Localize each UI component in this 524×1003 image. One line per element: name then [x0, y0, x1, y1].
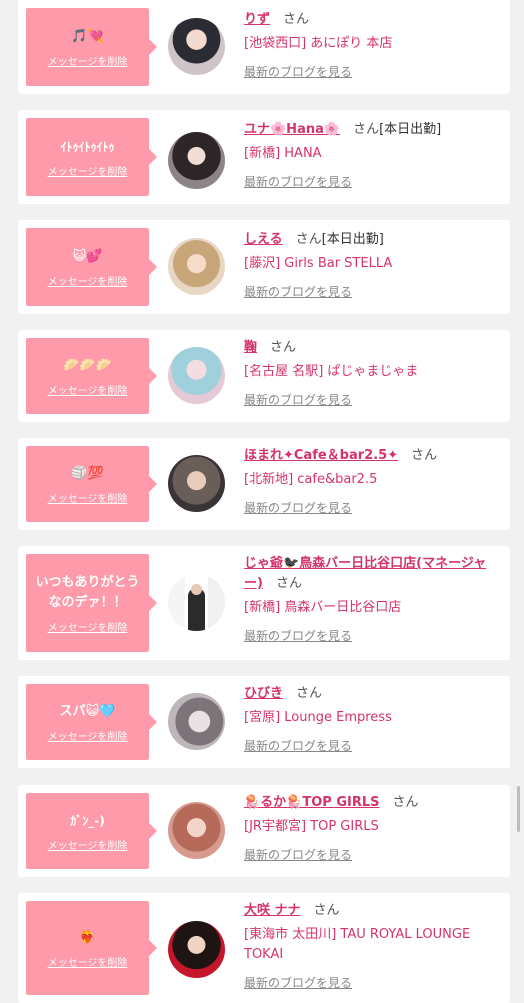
- avatar[interactable]: [168, 18, 225, 75]
- delete-message-link[interactable]: メッセージを削除: [48, 273, 128, 288]
- message-card: ｲﾄｩｲﾄｩｲﾄｩ メッセージを削除 ユナ🌸Hana🌸 さん[本日出勤] [新橋…: [18, 110, 510, 204]
- message-card: いつもありがとうなのデァ！！ メッセージを削除 じゃ爺🐦‍⬛鳥森バー日比谷口店(…: [18, 546, 510, 660]
- avatar[interactable]: [168, 455, 225, 512]
- latest-blog-link[interactable]: 最新のブログを見る: [244, 627, 352, 644]
- message-bubble: スパ😺🩵 メッセージを削除: [26, 684, 157, 760]
- shop-name: [東海市 太田川] TAU ROYAL LOUNGE TOKAI: [244, 927, 471, 962]
- message-bubble: 😺💕 メッセージを削除: [26, 228, 157, 306]
- shop-name: [JR宇都宮] TOP GIRLS: [244, 819, 379, 834]
- avatar[interactable]: [168, 347, 225, 404]
- message-card: 🎵💘 メッセージを削除 りず さん [池袋西口] あにぽり 本店 最新のブログを…: [18, 0, 510, 94]
- delete-message-link[interactable]: メッセージを削除: [48, 53, 128, 68]
- message-card: 😺💕 メッセージを削除 しえる さん[本日出勤] [藤沢] Girls Bar …: [18, 220, 510, 314]
- honorific: さん: [270, 340, 297, 355]
- cast-name-link[interactable]: ユナ🌸Hana🌸: [244, 122, 340, 137]
- shop-name: [池袋西口] あにぽり 本店: [244, 36, 393, 51]
- cast-name-link[interactable]: 大咲 ナナ: [244, 903, 301, 918]
- latest-blog-link[interactable]: 最新のブログを見る: [244, 283, 352, 300]
- message-text: ｶﾞﾝ_-): [70, 813, 105, 828]
- honorific: さん: [313, 903, 340, 918]
- message-bubble: 🏐💯 メッセージを削除: [26, 446, 157, 522]
- shop-name: [新橋] HANA: [244, 146, 322, 161]
- message-text: 🥟🥟🥟: [63, 357, 112, 373]
- message-card: 🏐💯 メッセージを削除 ほまれ✦Cafe＆bar2.5✦ さん [北新地] ca…: [18, 438, 510, 530]
- avatar[interactable]: [168, 802, 225, 859]
- message-text: 😺💕: [72, 248, 103, 264]
- honorific: さん: [353, 122, 380, 137]
- honorific: さん: [275, 576, 302, 591]
- cast-name-link[interactable]: しえる: [244, 232, 283, 247]
- avatar[interactable]: [168, 574, 225, 631]
- honorific: さん: [283, 12, 310, 27]
- status-suffix: [本日出勤]: [379, 122, 442, 137]
- shop-name: [新橋] 鳥森バー日比谷口店: [244, 600, 402, 615]
- cast-name-link[interactable]: 鞠: [244, 340, 257, 355]
- message-bubble: いつもありがとうなのデァ！！ メッセージを削除: [26, 554, 157, 652]
- latest-blog-link[interactable]: 最新のブログを見る: [244, 173, 352, 190]
- cast-name-link[interactable]: 🪼るか🪼TOP GIRLS: [244, 795, 380, 810]
- shop-name: [宮原] Lounge Empress: [244, 710, 392, 725]
- latest-blog-link[interactable]: 最新のブログを見る: [244, 974, 352, 991]
- latest-blog-link[interactable]: 最新のブログを見る: [244, 63, 352, 80]
- honorific: さん: [392, 795, 419, 810]
- latest-blog-link[interactable]: 最新のブログを見る: [244, 846, 352, 863]
- message-bubble: 🎵💘 メッセージを削除: [26, 8, 157, 86]
- shop-name: [名古屋 名駅] ぱじゃまじゃま: [244, 364, 419, 379]
- latest-blog-link[interactable]: 最新のブログを見る: [244, 499, 352, 516]
- cast-name-link[interactable]: ほまれ✦Cafe＆bar2.5✦: [244, 448, 398, 463]
- message-card: スパ😺🩵 メッセージを削除 ひびき さん [宮原] Lounge Empress…: [18, 676, 510, 768]
- scrollbar[interactable]: [517, 786, 520, 832]
- delete-message-link[interactable]: メッセージを削除: [48, 619, 128, 634]
- delete-message-link[interactable]: メッセージを削除: [48, 382, 128, 397]
- avatar[interactable]: [168, 238, 225, 295]
- message-text: ❤️‍🔥: [79, 929, 96, 945]
- message-text: 🏐💯: [71, 465, 104, 481]
- avatar[interactable]: [168, 132, 225, 189]
- honorific: さん: [411, 448, 438, 463]
- delete-message-link[interactable]: メッセージを削除: [48, 163, 128, 178]
- delete-message-link[interactable]: メッセージを削除: [48, 837, 128, 852]
- honorific: さん: [296, 686, 323, 701]
- message-text: いつもありがとうなのデァ！！: [35, 574, 140, 610]
- latest-blog-link[interactable]: 最新のブログを見る: [244, 391, 352, 408]
- avatar[interactable]: [168, 921, 225, 978]
- latest-blog-link[interactable]: 最新のブログを見る: [244, 737, 352, 754]
- message-bubble: ｶﾞﾝ_-) メッセージを削除: [26, 793, 157, 869]
- message-bubble: ｲﾄｩｲﾄｩｲﾄｩ メッセージを削除: [26, 118, 157, 196]
- message-bubble: 🥟🥟🥟 メッセージを削除: [26, 338, 157, 414]
- message-text: 🎵💘: [71, 28, 104, 44]
- delete-message-link[interactable]: メッセージを削除: [48, 728, 128, 743]
- message-card: ❤️‍🔥 メッセージを削除 大咲 ナナ さん [東海市 太田川] TAU ROY…: [18, 893, 510, 1003]
- cast-name-link[interactable]: ひびき: [244, 686, 283, 701]
- status-suffix: [本日出勤]: [321, 232, 384, 247]
- message-card: 🥟🥟🥟 メッセージを削除 鞠 さん [名古屋 名駅] ぱじゃまじゃま 最新のブロ…: [18, 330, 510, 422]
- message-text: スパ😺🩵: [59, 703, 116, 719]
- delete-message-link[interactable]: メッセージを削除: [48, 954, 128, 969]
- message-bubble: ❤️‍🔥 メッセージを削除: [26, 901, 157, 995]
- shop-name: [北新地] cafe&bar2.5: [244, 472, 378, 487]
- avatar[interactable]: [168, 693, 225, 750]
- cast-name-link[interactable]: りず: [244, 12, 270, 27]
- shop-name: [藤沢] Girls Bar STELLA: [244, 256, 393, 271]
- delete-message-link[interactable]: メッセージを削除: [48, 490, 128, 505]
- honorific: さん: [295, 232, 322, 247]
- message-text: ｲﾄｩｲﾄｩｲﾄｩ: [60, 139, 115, 154]
- message-card: ｶﾞﾝ_-) メッセージを削除 🪼るか🪼TOP GIRLS さん [JR宇都宮]…: [18, 785, 510, 877]
